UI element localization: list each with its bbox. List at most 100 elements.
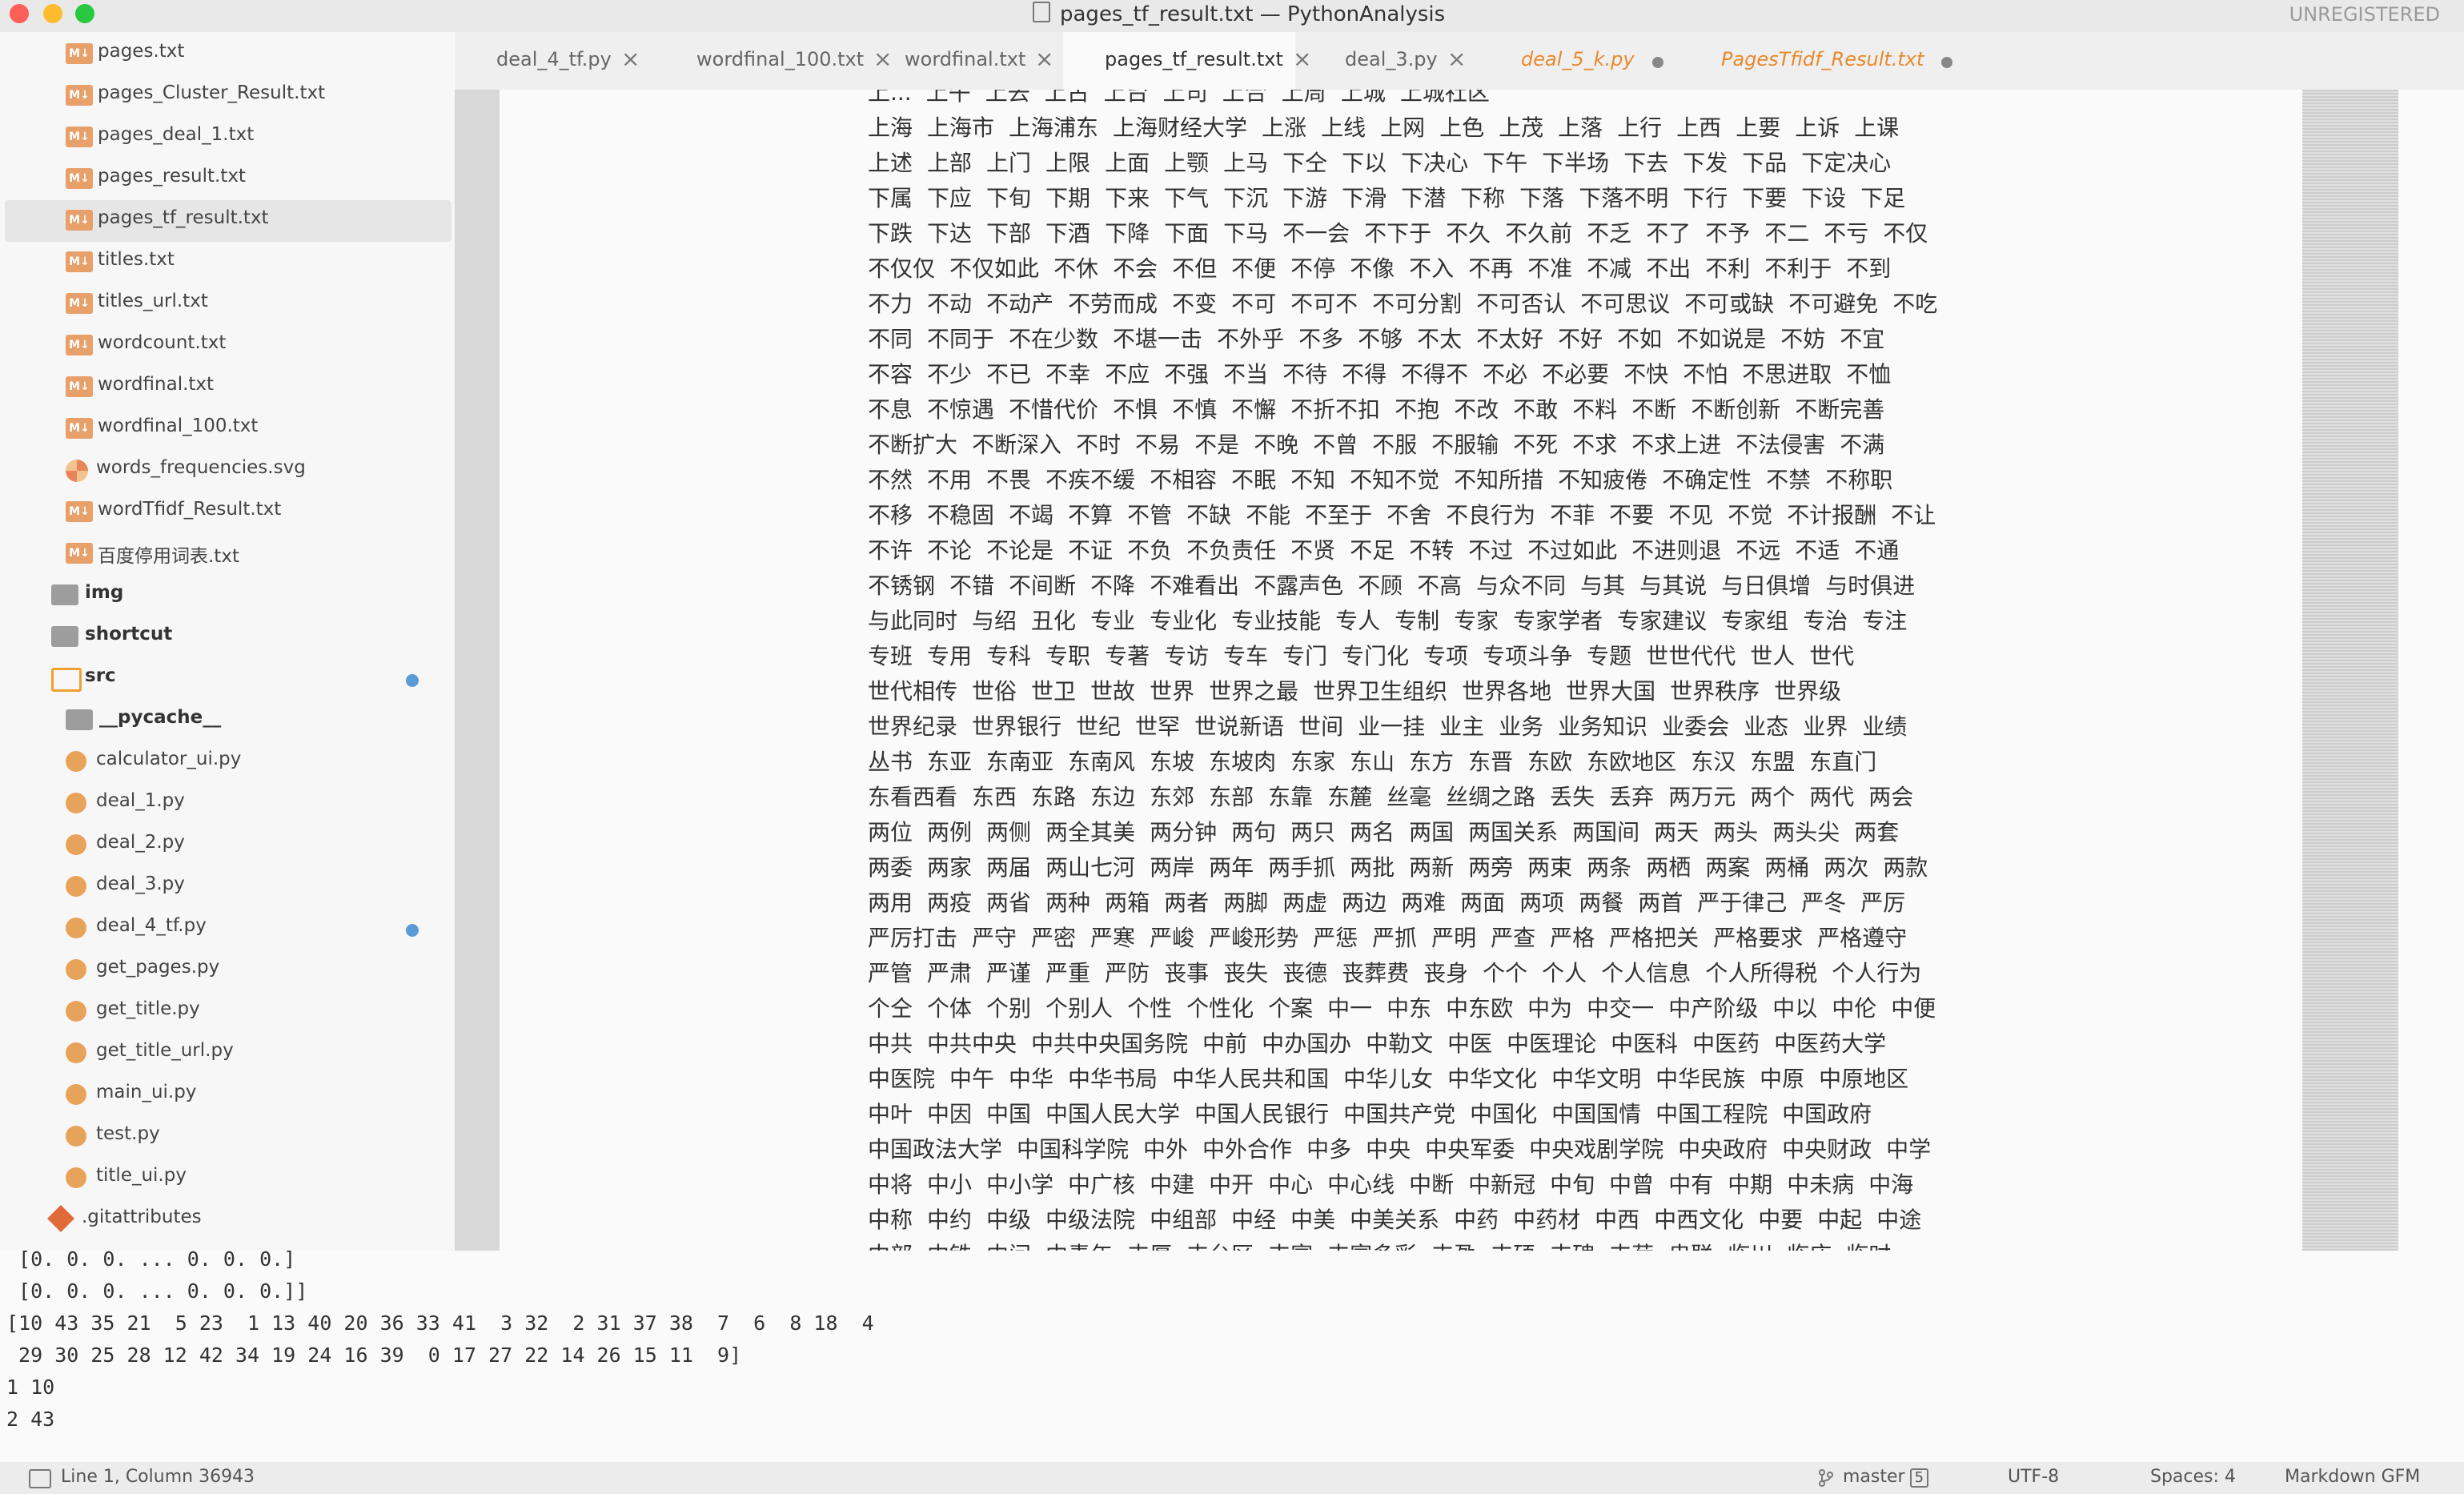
word: 不利 [1705, 255, 1751, 282]
word: 东南风 [1068, 749, 1136, 775]
word: 两案 [1705, 854, 1751, 881]
sidebar-item[interactable]: get_pages.py [0, 950, 455, 991]
sidebar-item[interactable]: M↓ wordcount.txt [0, 325, 455, 367]
tab-wordfinal-100-txt[interactable]: wordfinal_100.txt × [655, 32, 892, 90]
sidebar-item[interactable]: M↓ pages_tf_result.txt [5, 200, 451, 242]
syntax-selector[interactable]: Markdown GFM [2285, 1467, 2420, 1487]
sidebar-item[interactable]: M↓ 百度停用词表.txt [0, 533, 455, 575]
word: 中西文化 [1654, 1207, 1744, 1233]
word: 两天 [1654, 819, 1700, 845]
sidebar-item[interactable]: M↓ pages_Cluster_Result.txt [0, 75, 455, 117]
word: 个个 [1483, 960, 1528, 986]
encoding-selector[interactable]: UTF-8 [2008, 1467, 2059, 1487]
indentation-selector[interactable]: Spaces: 4 [2150, 1467, 2236, 1487]
tab-deal-4-tf-py[interactable]: deal_4_tf.py × [455, 32, 647, 90]
tab-label: deal_3.py [1345, 48, 1438, 70]
word: 不锈钢 [868, 572, 936, 599]
sidebar-item[interactable]: test.py [0, 1116, 455, 1158]
word: 中央政府 [1678, 1136, 1768, 1163]
sidebar-item[interactable]: M↓ wordfinal.txt [0, 367, 455, 408]
sidebar-item[interactable]: get_title.py [0, 991, 455, 1033]
word: 专门化 [1342, 643, 1410, 669]
word: 不怕 [1683, 361, 1728, 388]
editor-pane[interactable]: 上... 上午 上去 上古 上台 上司 上合 上周 上城 上城社区 上海 上海市 上海浦东 上海财经大学上… [455, 90, 2464, 1251]
word: 专制 [1395, 608, 1440, 634]
sidebar-item[interactable]: deal_4_tf.py [0, 908, 455, 950]
word: 不抱 [1395, 396, 1440, 423]
word: 严格 [1550, 925, 1595, 951]
sidebar-item[interactable]: M↓ wordTfidf_Result.txt [0, 492, 455, 533]
word: 个人行为 [1832, 960, 1922, 986]
word: 两省 [986, 890, 1032, 916]
minimap-viewport[interactable] [2302, 90, 2398, 1251]
word: 中国政法大学 [868, 1136, 1003, 1163]
sidebar-item[interactable]: calculator_ui.py [0, 741, 455, 783]
word: 丝绸之路 [1446, 784, 1536, 810]
tab-pagestfidf-result-txt[interactable]: PagesTfidf_Result.txt [1679, 32, 1952, 90]
sidebar-item[interactable]: M↓ titles.txt [0, 242, 455, 283]
sidebar-item[interactable]: __pycache__ [0, 700, 455, 741]
word: 业绩 [1862, 713, 1908, 740]
sidebar-item[interactable]: main_ui.py [0, 1074, 455, 1116]
word: 中国 [986, 1101, 1032, 1127]
sidebar-item[interactable]: deal_1.py [0, 783, 455, 825]
word: 中华文明 [1551, 1066, 1642, 1092]
word: 下设 [1801, 185, 1847, 211]
sidebar-item[interactable]: M↓ pages_result.txt [0, 159, 455, 200]
editor-text[interactable]: 上... 上午 上去 上古 上台 上司 上合 上周 上城 上城社区 上海 上海市 上海浦东 上海财经大学上… [868, 90, 2437, 1251]
maximize-window-button[interactable] [75, 4, 94, 23]
minimap[interactable] [2302, 90, 2398, 1251]
sidebar-item[interactable]: .gitattributes [0, 1199, 455, 1241]
license-status: UNREGISTERED [2289, 3, 2440, 26]
sidebar-item-label: titles.txt [98, 249, 175, 270]
console-output[interactable]: [0. 0. 0. ... 0. 0. 0.] [0. 0. 0. ... 0.… [0, 1251, 2464, 1467]
sidebar-item[interactable]: get_title_url.py [0, 1033, 455, 1074]
close-window-button[interactable] [10, 4, 29, 23]
word: 专访 [1164, 643, 1210, 669]
markdown-icon: M↓ [66, 376, 93, 397]
tab-close-icon[interactable]: × [1035, 46, 1053, 72]
console-toggle-icon[interactable] [29, 1469, 51, 1488]
tab-deal-5-k-py[interactable]: deal_5_k.py [1479, 32, 1671, 90]
word: 不断扩大 [868, 432, 958, 458]
sidebar-item[interactable]: M↓ pages.txt [0, 34, 455, 75]
word: 两委 [868, 854, 913, 881]
modified-indicator [406, 674, 419, 687]
word: 不堪一击 [1113, 326, 1203, 352]
python-icon [66, 1167, 86, 1188]
word: 中未病 [1787, 1171, 1855, 1198]
unsaved-dot-icon[interactable] [1652, 57, 1663, 68]
tab-close-icon[interactable]: × [621, 46, 640, 72]
word: 不错 [949, 572, 995, 599]
sidebar-item[interactable]: M↓ wordfinal_100.txt [0, 408, 455, 450]
tab-pages-tf-result-txt[interactable]: pages_tf_result.txt × [1063, 32, 1311, 90]
tab-deal-3-py[interactable]: deal_3.py × [1303, 32, 1471, 90]
word: 两个 [1750, 784, 1796, 810]
sidebar-item[interactable]: words_frequencies.svg [0, 450, 455, 492]
sidebar-item[interactable]: shortcut [0, 616, 455, 658]
markdown-icon: M↓ [66, 127, 93, 147]
tab-label: pages_tf_result.txt [1105, 48, 1283, 70]
sidebar-item[interactable]: src [0, 658, 455, 700]
word: 严谨 [986, 960, 1032, 986]
tab-close-icon[interactable]: × [1447, 46, 1466, 72]
sidebar-item[interactable]: M↓ pages_deal_1.txt [0, 117, 455, 159]
sidebar-item[interactable]: deal_2.py [0, 825, 455, 866]
word: 不二 [1764, 220, 1810, 247]
console-line: [0. 0. 0. ... 0. 0. 0.] [6, 1251, 296, 1271]
word: 上... [868, 90, 912, 106]
unsaved-dot-icon[interactable] [1941, 57, 1952, 68]
sidebar-item[interactable]: title_ui.py [0, 1158, 455, 1199]
minimize-window-button[interactable] [43, 4, 62, 23]
word: 丑化 [1031, 608, 1077, 634]
git-branch[interactable]: master 5 [1843, 1467, 1929, 1488]
word: 不同 [868, 326, 913, 352]
sidebar-item[interactable]: M↓ titles_url.txt [0, 283, 455, 325]
sidebar-item[interactable]: img [0, 575, 455, 616]
word: 中部 [868, 1242, 913, 1251]
cursor-position[interactable]: Line 1, Column 36943 [61, 1467, 255, 1487]
tab-wordfinal-txt[interactable]: wordfinal.txt × [863, 32, 1055, 90]
word: 业务 [1499, 713, 1544, 740]
sidebar-item[interactable]: deal_3.py [0, 866, 455, 908]
git-branch-icon [1819, 1469, 1833, 1487]
